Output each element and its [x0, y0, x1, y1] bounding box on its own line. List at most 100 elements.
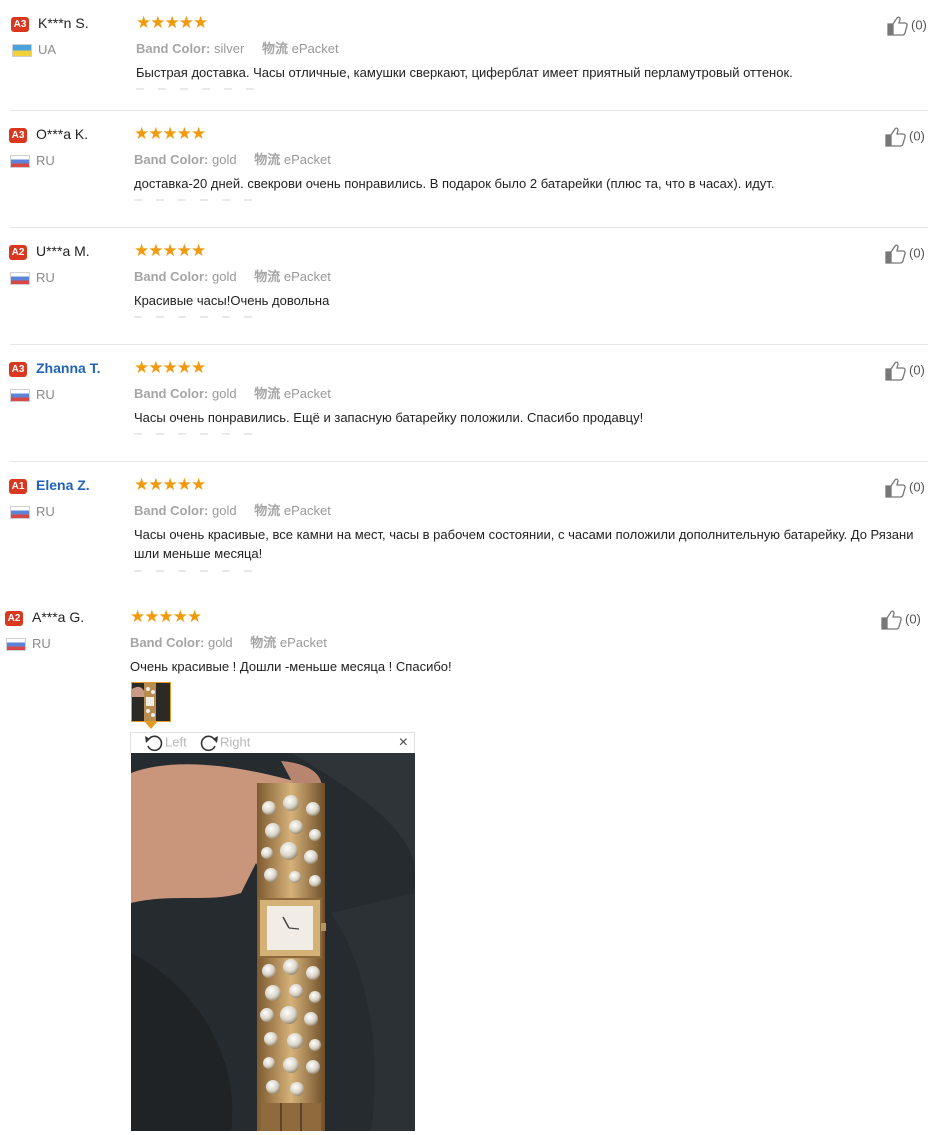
review-item: A3 O***a K. RU ★★★★★ Band Color: gold 物流… [0, 111, 950, 228]
star-rating: ★★★★★ [134, 475, 206, 494]
band-color-label: Band Color: [134, 503, 209, 518]
buyer-level-badge: A1 [9, 479, 27, 494]
reviewer-country: RU [36, 504, 55, 519]
review-attributes: Band Color: gold 物流 ePacket [130, 632, 327, 651]
review-text: Быстрая доставка. Часы отличные, камушки… [136, 65, 793, 80]
thumbnail-pointer [145, 722, 157, 729]
review-item: A1 Elena Z. RU ★★★★★ Band Color: gold 物流… [0, 462, 950, 594]
shipping-value: ePacket [279, 635, 327, 650]
band-color-label: Band Color: [134, 386, 209, 401]
review-attributes: Band Color: gold 物流 ePacket [134, 500, 331, 519]
review-attributes: Band Color: gold 物流 ePacket [134, 266, 331, 285]
buyer-level-badge: A2 [9, 245, 27, 260]
like-count: (0) [909, 479, 925, 495]
rotate-right-icon [200, 735, 218, 752]
shipping-value: ePacket [283, 386, 331, 401]
review-item: A3 Zhanna T. RU ★★★★★ Band Color: gold 物… [0, 345, 950, 462]
reviewer-name-link[interactable]: Elena Z. [36, 477, 90, 493]
review-date-faint [136, 88, 266, 90]
reviewer-name-link[interactable]: Zhanna T. [36, 360, 101, 376]
review-photo-thumbnail[interactable] [131, 682, 171, 722]
band-color-value: gold [212, 152, 237, 167]
flag-ru-icon [10, 155, 30, 168]
like-count: (0) [905, 611, 921, 627]
buyer-level-badge: A2 [5, 611, 23, 626]
review-date-faint [134, 433, 264, 435]
reviewer-country: RU [32, 636, 51, 651]
buyer-level-badge: A3 [11, 17, 29, 32]
shipping-label: 物流 [261, 41, 288, 56]
review-text: Красивые часы!Очень довольна [134, 293, 330, 308]
review-date-faint [134, 570, 264, 572]
like-count: (0) [909, 245, 925, 261]
reviewer-name: O***a K. [36, 126, 89, 142]
like-button[interactable]: (0) [885, 361, 925, 381]
band-color-value: gold [208, 635, 233, 650]
like-button[interactable]: (0) [885, 478, 925, 498]
like-button[interactable]: (0) [881, 610, 921, 630]
review-photo-large [131, 753, 415, 1131]
thumbs-up-icon [885, 478, 906, 498]
rotate-left-label: Left [165, 734, 187, 750]
review-text: Часы очень понравились. Ещё и запасную б… [134, 410, 644, 425]
band-color-label: Band Color: [130, 635, 205, 650]
shipping-value: ePacket [283, 152, 331, 167]
flag-ua-icon [12, 44, 32, 57]
like-count: (0) [911, 17, 927, 33]
review-date-faint [134, 316, 264, 318]
band-color-label: Band Color: [134, 269, 209, 284]
rotate-right-button[interactable]: Right [198, 734, 250, 752]
review-item: A3 K***n S. UA ★★★★★ Band Color: silver … [0, 0, 950, 111]
band-color-value: gold [212, 386, 237, 401]
like-button[interactable]: (0) [885, 244, 925, 264]
thumbs-up-icon [887, 16, 908, 36]
rotate-right-label: Right [220, 734, 251, 750]
rotate-left-icon [145, 735, 163, 752]
star-rating: ★★★★★ [134, 241, 206, 260]
flag-ru-icon [10, 389, 30, 402]
thumbs-up-icon [885, 244, 906, 264]
shipping-label: 物流 [254, 269, 281, 284]
shipping-label: 物流 [254, 386, 281, 401]
reviewer-country: UA [38, 42, 57, 57]
band-color-value: silver [214, 41, 245, 56]
like-count: (0) [909, 128, 925, 144]
shipping-label: 物流 [254, 503, 281, 518]
shipping-value: ePacket [291, 41, 339, 56]
band-color-value: gold [212, 269, 237, 284]
photo-viewer-toolbar: Left Right × [130, 732, 415, 753]
reviewer-name: U***a M. [36, 243, 90, 259]
shipping-label: 物流 [250, 635, 277, 650]
band-color-label: Band Color: [134, 152, 209, 167]
thumbs-up-icon [885, 127, 906, 147]
band-color-value: gold [212, 503, 237, 518]
review-text: Очень красивые ! Дошли -меньше месяца ! … [130, 659, 452, 674]
like-button[interactable]: (0) [885, 127, 925, 147]
star-rating: ★★★★★ [130, 607, 202, 626]
reviewer-name: K***n S. [38, 15, 89, 31]
flag-ru-icon [10, 506, 30, 519]
reviewer-name: A***a G. [32, 609, 85, 625]
reviewer-country: RU [36, 153, 55, 168]
flag-ru-icon [6, 638, 26, 651]
review-text: Часы очень красивые, все камни на мест, … [134, 527, 914, 561]
review-item: A2 U***a M. RU ★★★★★ Band Color: gold 物流… [0, 228, 950, 345]
like-count: (0) [909, 362, 925, 378]
close-icon[interactable]: × [399, 734, 408, 752]
review-date-faint [134, 199, 264, 201]
buyer-level-badge: A3 [9, 362, 27, 377]
shipping-label: 物流 [254, 152, 281, 167]
star-rating: ★★★★★ [134, 124, 206, 143]
star-rating: ★★★★★ [136, 13, 208, 32]
star-rating: ★★★★★ [134, 358, 206, 377]
shipping-value: ePacket [283, 269, 331, 284]
rotate-left-button[interactable]: Left [143, 734, 187, 752]
band-color-label: Band Color: [136, 41, 211, 56]
review-item: A2 A***a G. RU ★★★★★ Band Color: gold 物流… [0, 594, 950, 1135]
shipping-value: ePacket [283, 503, 331, 518]
review-attributes: Band Color: silver 物流 ePacket [136, 38, 339, 57]
like-button[interactable]: (0) [887, 16, 927, 36]
thumbs-up-icon [885, 361, 906, 381]
reviewer-country: RU [36, 270, 55, 285]
review-attributes: Band Color: gold 物流 ePacket [134, 149, 331, 168]
